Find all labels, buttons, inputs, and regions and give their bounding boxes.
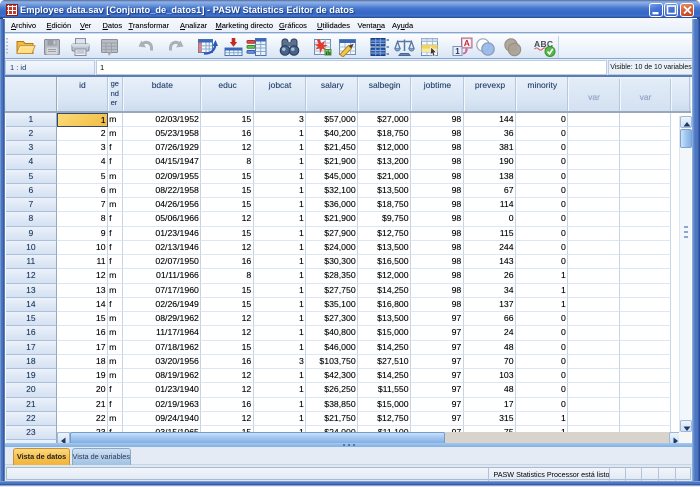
svg-text:1: 1 <box>455 47 460 56</box>
svg-text:A: A <box>464 38 470 48</box>
